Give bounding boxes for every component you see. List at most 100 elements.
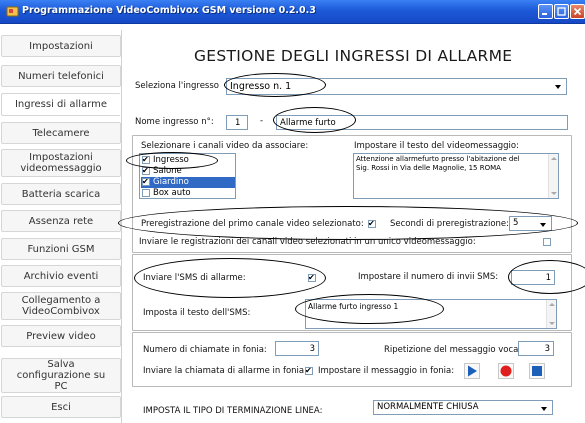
voice-set-message-label: Impostare il messaggio in fonia: bbox=[318, 366, 455, 376]
sidebar-item-impostazioni[interactable]: Impostazioni bbox=[1, 35, 121, 57]
sidebar-item-label: Preview video bbox=[26, 330, 96, 342]
sidebar-item-label: Assenza rete bbox=[28, 215, 94, 227]
voice-send-call-checkbox[interactable] bbox=[305, 365, 313, 376]
sidebar-nav: Impostazioni Numeri telefonici Ingressi … bbox=[0, 30, 121, 423]
sidebar-item-esci[interactable]: Esci bbox=[1, 396, 121, 418]
dropdown-arrow-icon[interactable] bbox=[538, 402, 551, 413]
termination-label: IMPOSTA IL TIPO DI TERMINAZIONE LINEA: bbox=[143, 406, 323, 416]
sidebar-item-salva-configurazione[interactable]: Salva configurazione su PC bbox=[1, 358, 121, 393]
play-icon bbox=[468, 365, 477, 377]
channel-label: Giardino bbox=[153, 177, 189, 187]
input-name-field[interactable]: Allarme furto bbox=[276, 115, 568, 130]
input-select-label: Seleziona l'ingresso bbox=[135, 81, 219, 91]
voice-repeat-value: 3 bbox=[544, 344, 550, 354]
channel-label: Ingresso bbox=[153, 155, 189, 165]
stop-icon bbox=[532, 366, 542, 376]
sms-count-field[interactable]: 1 bbox=[511, 270, 555, 285]
stop-button[interactable] bbox=[529, 363, 545, 379]
prerec-checkbox[interactable] bbox=[368, 218, 376, 229]
sidebar-item-label: Esci bbox=[51, 401, 71, 413]
channel-checkbox[interactable] bbox=[142, 165, 150, 176]
input-select[interactable]: Ingresso n. 1 bbox=[226, 78, 567, 95]
channel-checkbox[interactable] bbox=[142, 189, 150, 197]
minimize-button[interactable] bbox=[538, 4, 553, 19]
sidebar-item-numeri-telefonici[interactable]: Numeri telefonici bbox=[1, 65, 121, 87]
sidebar-item-label: Batteria scarica bbox=[21, 188, 101, 200]
channel-item-salone[interactable]: Salone bbox=[141, 165, 235, 177]
prerec-seconds-value: 5 bbox=[513, 218, 519, 228]
vertical-scrollbar[interactable] bbox=[548, 154, 558, 198]
play-button[interactable] bbox=[464, 363, 480, 379]
voice-calls-field[interactable]: 3 bbox=[275, 341, 319, 356]
channels-label: Selezionare i canali video da associare: bbox=[141, 141, 309, 151]
sidebar-item-label: Impostazioni videomessaggio bbox=[20, 152, 102, 174]
input-select-value: Ingresso n. 1 bbox=[230, 81, 292, 92]
minimize-icon bbox=[542, 13, 547, 15]
sms-count-label: Impostare il numero di invii SMS: bbox=[358, 272, 499, 282]
sidebar-item-label: Salva configurazione su PC bbox=[16, 359, 106, 392]
video-message-text: Attenzione allarmefurto presso l'abitazi… bbox=[356, 155, 520, 172]
channel-item-ingresso[interactable]: Ingresso bbox=[141, 154, 235, 166]
video-channels-list[interactable]: Ingresso Salone Giardino Box auto bbox=[139, 153, 236, 199]
sms-text-label: Imposta il testo dell'SMS: bbox=[143, 308, 251, 318]
close-icon bbox=[573, 7, 582, 16]
sidebar-item-label: Impostazioni bbox=[29, 40, 93, 52]
sidebar-item-label: Telecamere bbox=[32, 127, 90, 139]
sms-text-textarea[interactable]: Allarme furto ingresso 1 bbox=[305, 299, 557, 329]
sidebar-item-label: Archivio eventi bbox=[23, 270, 99, 282]
dropdown-arrow-icon[interactable] bbox=[552, 80, 565, 93]
sidebar-item-ingressi-di-allarme[interactable]: Ingressi di allarme bbox=[1, 93, 121, 116]
channel-checkbox[interactable] bbox=[142, 176, 150, 187]
sidebar-item-label: Collegamento a VideoCombivox bbox=[21, 295, 101, 317]
sms-send-label: Inviare l'SMS di allarme: bbox=[143, 273, 246, 283]
prerec-label: Preregistrazione del primo canale video … bbox=[141, 219, 364, 229]
sidebar-item-batteria-scarica[interactable]: Batteria scarica bbox=[1, 183, 121, 205]
close-button[interactable] bbox=[570, 4, 585, 19]
input-name-label: Nome ingresso n°: bbox=[135, 117, 214, 127]
sms-text-value: Allarme furto ingresso 1 bbox=[308, 302, 399, 311]
sidebar-item-assenza-rete[interactable]: Assenza rete bbox=[1, 210, 121, 232]
vertical-scrollbar[interactable] bbox=[546, 300, 556, 328]
sidebar-item-impostazioni-videomessaggio[interactable]: Impostazioni videomessaggio bbox=[1, 149, 121, 177]
maximize-icon bbox=[557, 7, 566, 16]
app-icon bbox=[6, 6, 19, 17]
title-bar: Programmazione VideoCombivox GSM version… bbox=[0, 0, 585, 24]
single-message-label: Inviare le registrazioni dei canali vide… bbox=[139, 237, 476, 247]
sidebar-item-label: Funzioni GSM bbox=[27, 243, 95, 255]
single-message-checkbox[interactable] bbox=[543, 238, 551, 246]
sms-send-checkbox[interactable] bbox=[308, 272, 316, 283]
sms-count-value: 1 bbox=[545, 273, 551, 283]
input-number-field[interactable]: 1 bbox=[226, 115, 248, 130]
voice-calls-label: Numero di chiamate in fonia: bbox=[143, 345, 267, 355]
sidebar-item-funzioni-gsm[interactable]: Funzioni GSM bbox=[1, 238, 121, 260]
video-message-label: Impostare il testo del videomessaggio: bbox=[354, 141, 519, 151]
page-title: GESTIONE DEGLI INGRESSI DI ALLARME bbox=[194, 47, 513, 65]
sidebar-item-telecamere[interactable]: Telecamere bbox=[1, 122, 121, 144]
sidebar-item-archivio-eventi[interactable]: Archivio eventi bbox=[1, 265, 121, 287]
main-panel: GESTIONE DEGLI INGRESSI DI ALLARME Selez… bbox=[118, 30, 585, 423]
channel-item-giardino[interactable]: Giardino bbox=[141, 176, 235, 188]
record-button[interactable] bbox=[498, 363, 514, 379]
voice-repeat-label: Ripetizione del messaggio vocale: bbox=[384, 345, 529, 355]
sidebar-item-collegamento-videocombivox[interactable]: Collegamento a VideoCombivox bbox=[1, 292, 121, 320]
prerec-seconds-select[interactable]: 5 bbox=[509, 216, 552, 231]
voice-send-call-label: Inviare la chiamata di allarme in fonia: bbox=[143, 366, 307, 376]
prerec-seconds-label: Secondi di preregistrazione: bbox=[390, 219, 509, 229]
voice-calls-value: 3 bbox=[309, 344, 315, 354]
channel-label: Salone bbox=[153, 166, 182, 176]
input-name-value: Allarme furto bbox=[280, 118, 336, 128]
channel-checkbox[interactable] bbox=[142, 154, 150, 165]
dropdown-arrow-icon[interactable] bbox=[537, 218, 550, 229]
record-icon bbox=[500, 365, 512, 377]
sidebar-item-label: Ingressi di allarme bbox=[14, 99, 107, 110]
input-name-dash: - bbox=[260, 116, 264, 126]
termination-select[interactable]: NORMALMENTE CHIUSA bbox=[373, 400, 553, 415]
video-message-textarea[interactable]: Attenzione allarmefurto presso l'abitazi… bbox=[353, 153, 559, 199]
window-title: Programmazione VideoCombivox GSM version… bbox=[22, 5, 316, 16]
sidebar-item-preview-video[interactable]: Preview video bbox=[1, 325, 121, 347]
channel-label: Box auto bbox=[153, 188, 191, 198]
channel-item-box-auto[interactable]: Box auto bbox=[141, 188, 235, 198]
sidebar-item-label: Numeri telefonici bbox=[18, 70, 104, 82]
maximize-button[interactable] bbox=[554, 4, 569, 19]
voice-repeat-field[interactable]: 3 bbox=[518, 341, 554, 356]
